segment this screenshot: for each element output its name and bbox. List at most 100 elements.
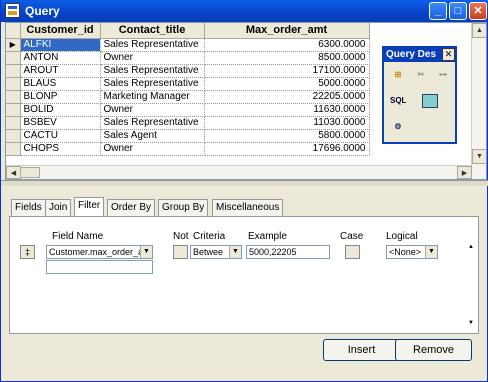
row-selector[interactable]	[6, 77, 21, 91]
cell-contact-title[interactable]: Sales Agent	[100, 129, 205, 143]
grid-horizontal-scrollbar[interactable]: ◀ ▶	[6, 165, 472, 179]
cell-contact-title[interactable]: Sales Representative	[100, 64, 205, 78]
tab-join[interactable]: Join	[45, 199, 72, 217]
table-row[interactable]: BLONP Marketing Manager 22205.0000	[6, 90, 370, 104]
criteria-header: Criteria	[193, 231, 226, 242]
table-row[interactable]: CHOPS Owner 17696.0000	[6, 142, 370, 156]
criteria-dropdown[interactable]: Betwee ▼	[190, 245, 242, 259]
field-name-value: Customer.max_order_am	[49, 247, 151, 257]
row-move-handle[interactable]: ‡	[20, 245, 35, 259]
row-selector[interactable]	[6, 103, 21, 117]
field-name-edit-box[interactable]	[46, 260, 153, 274]
cell-contact-title[interactable]: Sales Representative	[100, 77, 205, 91]
scroll-left-button[interactable]: ◀	[6, 166, 21, 179]
query-app-icon	[5, 3, 20, 18]
cell-contact-title[interactable]: Owner	[100, 103, 205, 117]
remove-button[interactable]: Remove	[395, 339, 472, 361]
tab-fields[interactable]: Fields	[11, 199, 46, 217]
join-icon[interactable]: ⊶	[435, 68, 451, 82]
cell-customer-id[interactable]: CHOPS	[20, 142, 101, 156]
filter-panel: Field Name Not Criteria Example Case Log…	[9, 216, 479, 334]
logical-dropdown[interactable]: <None> ▼	[386, 245, 438, 259]
table-row[interactable]: BSBEV Sales Representative 11030.0000	[6, 116, 370, 130]
not-header: Not	[173, 231, 189, 242]
cell-max-order-amt[interactable]: 22205.0000	[204, 90, 370, 104]
cell-customer-id[interactable]: AROUT	[20, 64, 101, 78]
field-name-header: Field Name	[52, 231, 104, 242]
cell-max-order-amt[interactable]: 5000.0000	[204, 77, 370, 91]
results-table: Customer_id Contact_title Max_order_amt …	[6, 23, 370, 156]
table-row[interactable]: AROUT Sales Representative 17100.0000	[6, 64, 370, 78]
row-selector[interactable]: ▶	[6, 38, 21, 52]
cell-max-order-amt[interactable]: 5800.0000	[204, 129, 370, 143]
example-header: Example	[248, 231, 287, 242]
minimize-button[interactable]: _	[429, 2, 447, 20]
column-header-customer-id[interactable]: Customer_id	[20, 23, 101, 39]
cell-max-order-amt[interactable]: 11630.0000	[204, 103, 370, 117]
not-checkbox[interactable]	[173, 245, 188, 259]
row-selector[interactable]	[6, 51, 21, 65]
cell-max-order-amt[interactable]: 8500.0000	[204, 51, 370, 65]
chevron-down-icon[interactable]: ▼	[229, 246, 241, 258]
row-selector[interactable]	[6, 116, 21, 130]
pane-splitter[interactable]	[1, 180, 488, 186]
cell-customer-id[interactable]: ANTON	[20, 51, 101, 65]
scroll-up-button[interactable]: ▲	[472, 23, 486, 38]
table-row[interactable]: CACTU Sales Agent 5800.0000	[6, 129, 370, 143]
view-results-icon[interactable]	[422, 94, 438, 108]
column-header-max-order-amt[interactable]: Max_order_amt	[204, 23, 370, 39]
example-value: 5000,22205	[249, 247, 297, 257]
scroll-right-button[interactable]: ▶	[457, 166, 472, 179]
cell-contact-title[interactable]: Owner	[100, 142, 205, 156]
table-row[interactable]: BLAUS Sales Representative 5000.0000	[6, 77, 370, 91]
cell-customer-id[interactable]: CACTU	[20, 129, 101, 143]
case-header: Case	[340, 231, 364, 242]
cell-contact-title[interactable]: Owner	[100, 51, 205, 65]
cell-max-order-amt[interactable]: 17100.0000	[204, 64, 370, 78]
cell-customer-id[interactable]: ALFKI	[20, 38, 101, 52]
row-selector[interactable]	[6, 142, 21, 156]
cell-contact-title[interactable]: Sales Representative	[100, 116, 205, 130]
cell-contact-title[interactable]: Sales Representative	[100, 38, 205, 52]
table-row[interactable]: ▶ ALFKI Sales Representative 6300.0000	[6, 38, 370, 52]
table-row[interactable]: BOLID Owner 11630.0000	[6, 103, 370, 117]
chevron-down-icon[interactable]: ▼	[140, 246, 152, 258]
sql-icon[interactable]: SQL	[390, 94, 406, 108]
query-designer-close-button[interactable]: ✕	[442, 48, 455, 61]
cell-customer-id[interactable]: BLONP	[20, 90, 101, 104]
tab-miscellaneous[interactable]: Miscellaneous	[212, 199, 284, 217]
tab-filter[interactable]: Filter	[74, 197, 105, 218]
tab-order-by[interactable]: Order By	[107, 199, 156, 217]
cell-max-order-amt[interactable]: 17696.0000	[204, 142, 370, 156]
cell-customer-id[interactable]: BOLID	[20, 103, 101, 117]
row-selector[interactable]	[6, 129, 21, 143]
case-checkbox[interactable]	[345, 245, 360, 259]
remove-table-icon[interactable]: ✂	[413, 68, 429, 82]
tab-group-by[interactable]: Group By	[158, 199, 209, 217]
logical-value: <None>	[389, 247, 422, 257]
close-button[interactable]: ✕	[469, 2, 487, 20]
cell-max-order-amt[interactable]: 6300.0000	[204, 38, 370, 52]
scroll-thumb[interactable]	[20, 167, 40, 178]
scroll-down-button[interactable]: ▼	[472, 149, 486, 164]
panel-scroll-down-icon[interactable]: ▼	[466, 320, 476, 330]
row-selector[interactable]	[6, 90, 21, 104]
criteria-value: Betwee	[193, 247, 224, 257]
chevron-down-icon[interactable]: ▼	[425, 246, 437, 258]
table-row[interactable]: ANTON Owner 8500.0000	[6, 51, 370, 65]
cell-customer-id[interactable]: BSBEV	[20, 116, 101, 130]
cell-customer-id[interactable]: BLAUS	[20, 77, 101, 91]
column-header-contact-title[interactable]: Contact_title	[100, 23, 205, 39]
insert-button[interactable]: Insert	[323, 339, 400, 361]
grid-vertical-scrollbar[interactable]: ▲ ▼	[471, 23, 486, 179]
example-input[interactable]: 5000,22205	[246, 245, 330, 259]
cell-contact-title[interactable]: Marketing Manager	[100, 90, 205, 104]
cell-max-order-amt[interactable]: 11030.0000	[204, 116, 370, 130]
title-bar[interactable]: Query _ □ ✕	[1, 0, 488, 22]
query-properties-icon[interactable]: ⚙	[390, 120, 406, 134]
add-table-icon[interactable]: ⊞	[390, 68, 406, 82]
panel-scroll-up-icon[interactable]: ▲	[466, 244, 476, 254]
field-name-dropdown[interactable]: Customer.max_order_am ▼	[46, 245, 153, 259]
row-selector[interactable]	[6, 64, 21, 78]
maximize-button[interactable]: □	[449, 2, 467, 20]
